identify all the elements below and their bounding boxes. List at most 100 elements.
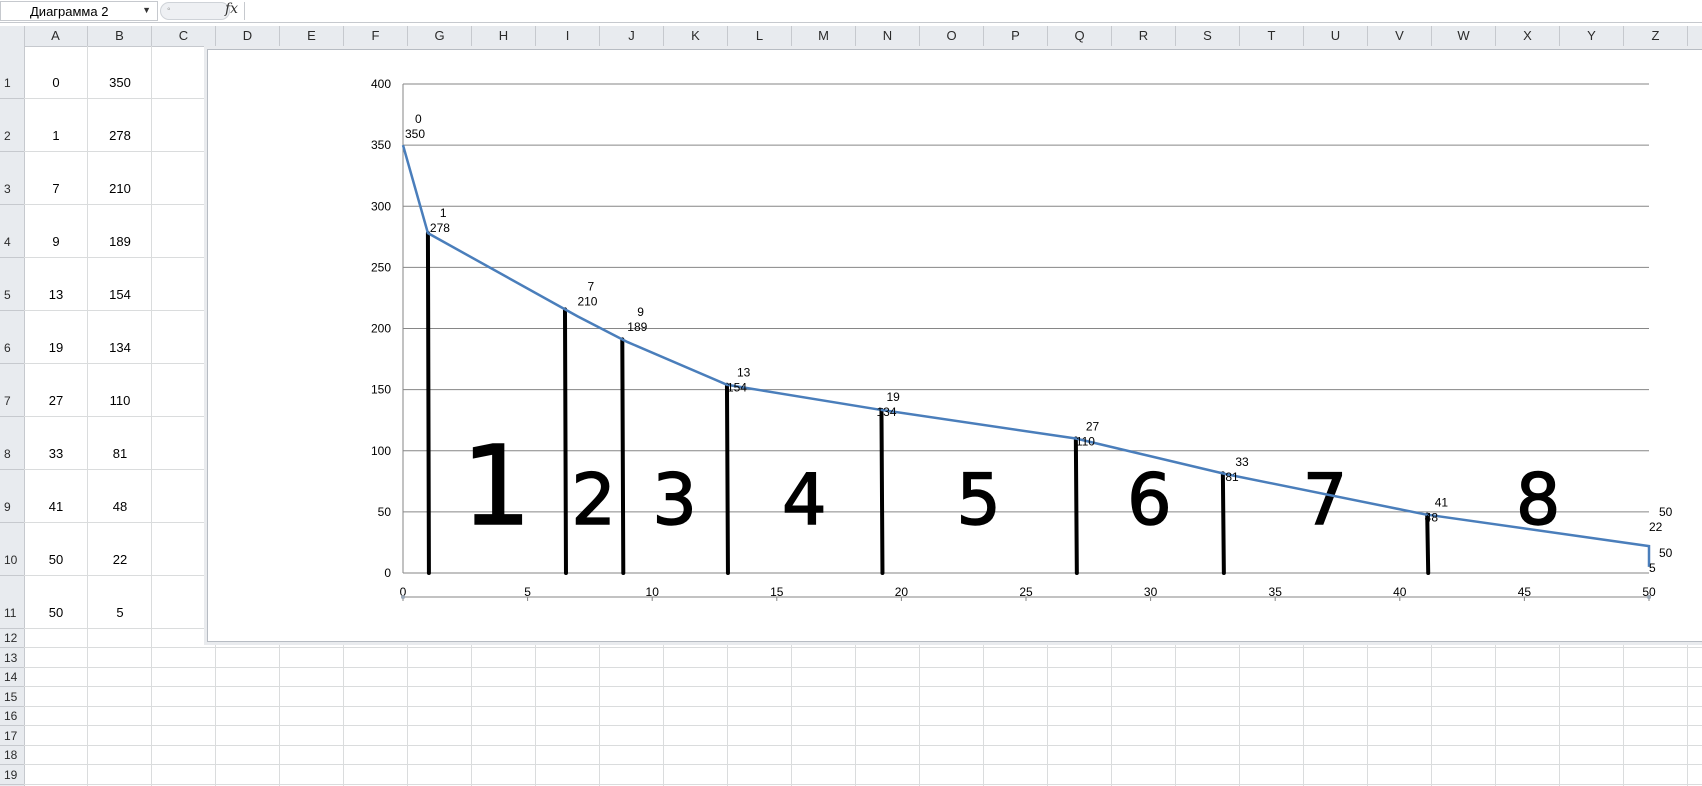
column-header[interactable]: J <box>600 26 664 46</box>
table-cell[interactable]: 13 <box>24 287 88 302</box>
table-cell[interactable]: 154 <box>88 287 152 302</box>
hand-drawn-bar <box>724 382 730 575</box>
row-header[interactable]: 14 <box>0 668 24 687</box>
data-label-x: 50 <box>1659 546 1673 560</box>
axis-handle <box>1647 595 1651 599</box>
data-label-y: 278 <box>430 221 450 235</box>
column-header[interactable]: H <box>472 26 536 46</box>
row-header[interactable]: 5 <box>0 258 24 311</box>
row-header[interactable]: 6 <box>0 311 24 364</box>
y-tick-label: 350 <box>371 138 391 152</box>
table-cell[interactable]: 19 <box>24 340 88 355</box>
data-label-x: 41 <box>1435 495 1449 509</box>
data-label-y: 350 <box>405 127 425 141</box>
chart-svg: 0501001502002503003504000 5 10 15 20 25 30 35 40… <box>371 77 1673 601</box>
column-header[interactable]: X <box>1496 26 1560 46</box>
row-header[interactable]: 8 <box>0 417 24 470</box>
table-cell[interactable]: 22 <box>88 552 152 567</box>
column-header[interactable]: U <box>1304 26 1368 46</box>
x-tick-label: 20 <box>895 585 909 599</box>
x-tick-label: 30 <box>1144 585 1158 599</box>
row-header[interactable]: 4 <box>0 205 24 258</box>
row-header[interactable]: 11 <box>0 576 24 629</box>
column-header[interactable]: R <box>1112 26 1176 46</box>
column-header[interactable]: F <box>344 26 408 46</box>
row-header[interactable]: 13 <box>0 649 24 668</box>
chart[interactable]: 0 50 100 150 200 250 300 350 400 0 5 10 15 20 25 30 35 40… <box>207 49 1702 642</box>
data-label-x: 19 <box>886 390 900 404</box>
column-header[interactable]: C <box>152 26 216 46</box>
data-label-y: 5 <box>1649 561 1656 575</box>
table-cell[interactable]: 278 <box>88 128 152 143</box>
table-cell[interactable]: 9 <box>24 234 88 249</box>
data-label-x: 33 <box>1235 455 1249 469</box>
column-header[interactable]: E <box>280 26 344 46</box>
column-header[interactable]: A <box>24 26 88 46</box>
grid-line <box>24 744 1702 746</box>
column-header[interactable]: O <box>920 26 984 46</box>
grid-line <box>24 666 1702 668</box>
table-cell[interactable]: 33 <box>24 446 88 461</box>
handwritten-number: 7 <box>1303 459 1348 541</box>
row-header[interactable]: 16 <box>0 707 24 726</box>
row-header[interactable]: 1 <box>0 46 24 99</box>
y-tick-label: 150 <box>371 383 391 397</box>
table-cell[interactable]: 50 <box>24 605 88 620</box>
table-cell[interactable]: 1 <box>24 128 88 143</box>
column-header[interactable]: D <box>216 26 280 46</box>
table-cell[interactable]: 48 <box>88 499 152 514</box>
table-cell[interactable]: 5 <box>88 605 152 620</box>
column-header[interactable]: M <box>792 26 856 46</box>
column-header[interactable]: V <box>1368 26 1432 46</box>
table-cell[interactable]: 134 <box>88 340 152 355</box>
table-cell[interactable]: 50 <box>24 552 88 567</box>
data-label-y: 134 <box>876 405 896 419</box>
table-cell[interactable]: 7 <box>24 181 88 196</box>
data-label-x: 9 <box>637 305 644 319</box>
column-header[interactable]: L <box>728 26 792 46</box>
row-header[interactable]: 19 <box>0 766 24 785</box>
row-header[interactable]: 10 <box>0 523 24 576</box>
x-tick-label: 15 <box>770 585 784 599</box>
table-cell[interactable]: 0 <box>24 75 88 90</box>
table-cell[interactable]: 189 <box>88 234 152 249</box>
data-label-y: 48 <box>1425 510 1439 524</box>
grid-line <box>24 647 1702 648</box>
row-header[interactable]: 18 <box>0 746 24 765</box>
column-header[interactable]: Q <box>1048 26 1112 46</box>
row-header[interactable]: 7 <box>0 364 24 417</box>
row-header[interactable]: 17 <box>0 727 24 746</box>
row-header[interactable]: 12 <box>0 629 24 648</box>
row-header[interactable]: 2 <box>0 99 24 152</box>
handwritten-number: 6 <box>1127 459 1172 541</box>
column-header[interactable]: G <box>408 26 472 46</box>
column-header[interactable]: S <box>1176 26 1240 46</box>
hand-drawn-bar <box>1073 436 1079 575</box>
row-header[interactable]: 3 <box>0 152 24 205</box>
row-header[interactable]: 15 <box>0 688 24 707</box>
column-header[interactable]: K <box>664 26 728 46</box>
column-header[interactable]: T <box>1240 26 1304 46</box>
table-cell[interactable]: 27 <box>24 393 88 408</box>
column-header[interactable]: Z <box>1624 26 1688 46</box>
column-header[interactable]: I <box>536 26 600 46</box>
x-tick-label: 5 <box>524 585 531 599</box>
handwritten-number: 2 <box>571 459 616 541</box>
table-cell[interactable]: 41 <box>24 499 88 514</box>
column-header[interactable]: P <box>984 26 1048 46</box>
table-cell[interactable]: 81 <box>88 446 152 461</box>
column-header[interactable]: B <box>88 26 152 46</box>
column-header[interactable]: Y <box>1560 26 1624 46</box>
table-cell[interactable]: 110 <box>88 393 152 408</box>
table-cell[interactable]: 350 <box>88 75 152 90</box>
column-header[interactable]: N <box>856 26 920 46</box>
table-cell[interactable]: 210 <box>88 181 152 196</box>
row-header[interactable]: 9 <box>0 470 24 523</box>
data-label-y: 189 <box>627 320 647 334</box>
data-label-x: 27 <box>1086 420 1100 434</box>
x-tick-label: 40 <box>1393 585 1407 599</box>
column-header[interactable]: W <box>1432 26 1496 46</box>
x-tick-label: 25 <box>1019 585 1033 599</box>
grid-line <box>24 725 1702 726</box>
grid-line <box>24 686 1702 687</box>
